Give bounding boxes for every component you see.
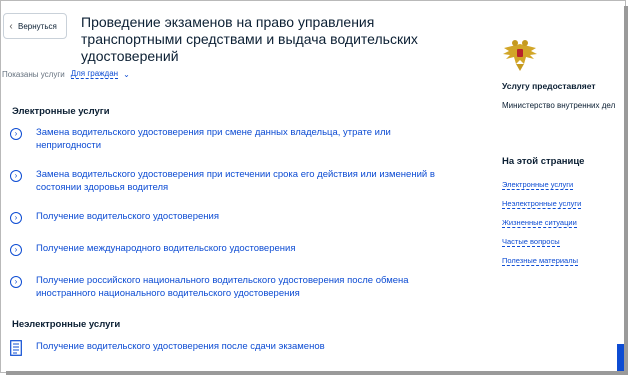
filter-dropdown[interactable]: Для граждан <box>70 69 119 79</box>
service-item[interactable]: Получение водительского удостоверения по… <box>10 340 436 356</box>
document-icon <box>10 340 22 356</box>
back-button[interactable]: ‹ Вернуться <box>3 13 67 39</box>
window-shadow-bottom <box>6 371 628 375</box>
chevron-down-icon[interactable]: ⌄ <box>123 70 130 79</box>
service-item[interactable]: › Получение международного водительского… <box>10 243 436 256</box>
window-shadow-right <box>624 6 628 375</box>
provider-name: Министерство внутренних дел Российской Ф… <box>502 101 618 110</box>
anchor-link-materials[interactable]: Полезные материалы <box>502 256 578 266</box>
anchor-link-electronic[interactable]: Электронные услуги <box>502 180 574 190</box>
on-page-title: На этой странице <box>502 156 585 167</box>
circle-chevron-right-icon: › <box>10 212 22 224</box>
service-item[interactable]: › Замена водительского удостоверения при… <box>10 169 436 194</box>
mvd-emblem-icon <box>503 40 537 71</box>
circle-chevron-right-icon: › <box>10 244 22 256</box>
service-item[interactable]: › Получение водительского удостоверения <box>10 211 436 224</box>
page-title: Проведение экзаменов на право управления… <box>81 14 418 64</box>
section-title-electronic: Электронные услуги <box>12 106 110 117</box>
service-link[interactable]: Получение международного водительского у… <box>36 243 436 256</box>
anchor-link-life-situations[interactable]: Жизненные ситуации <box>502 218 577 228</box>
service-link[interactable]: Замена водительского удостоверения при и… <box>36 169 436 194</box>
circle-chevron-right-icon: › <box>10 276 22 288</box>
service-item[interactable]: › Замена водительского удостоверения при… <box>10 127 436 152</box>
service-link[interactable]: Получение водительского удостоверения по… <box>36 341 436 354</box>
section-title-non-electronic: Неэлектронные услуги <box>12 319 121 330</box>
chevron-left-icon: ‹ <box>9 20 13 32</box>
anchor-link-non-electronic[interactable]: Неэлектронные услуги <box>502 199 582 209</box>
service-link[interactable]: Получение водительского удостоверения <box>36 211 436 224</box>
service-item[interactable]: › Получение российского национального во… <box>10 275 436 300</box>
filter-label: Показаны услуги <box>2 69 65 79</box>
provider-title: Услугу предоставляет <box>502 81 596 91</box>
service-filter: Показаны услуги Для граждан ⌄ <box>2 69 130 79</box>
service-link[interactable]: Замена водительского удостоверения при с… <box>36 127 436 152</box>
circle-chevron-right-icon: › <box>10 128 22 140</box>
anchor-link-faq[interactable]: Частые вопросы <box>502 237 560 247</box>
feedback-tab[interactable] <box>617 344 624 371</box>
service-link[interactable]: Получение российского национального води… <box>36 275 436 300</box>
back-button-label: Вернуться <box>18 21 57 31</box>
circle-chevron-right-icon: › <box>10 170 22 182</box>
